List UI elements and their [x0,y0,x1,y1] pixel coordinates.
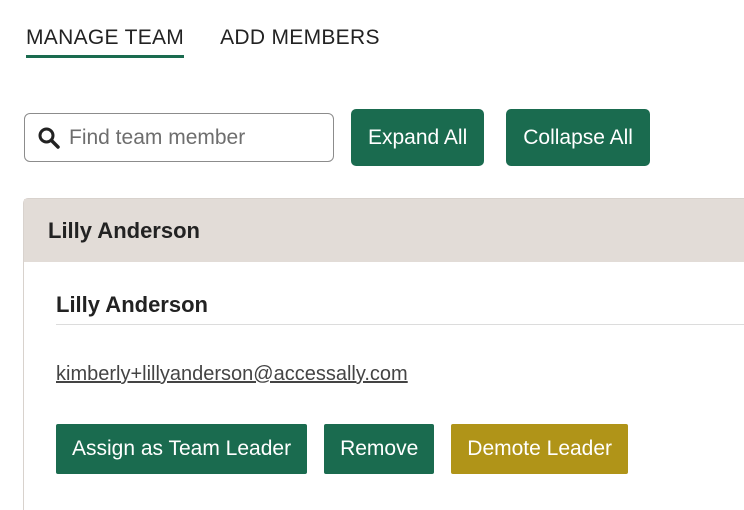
expand-all-button[interactable]: Expand All [351,109,485,166]
member-card: Lilly Anderson Lilly Anderson kimberly+l… [23,198,744,510]
assign-team-leader-button[interactable]: Assign as Team Leader [56,424,308,474]
tab-bar: MANAGE TEAM ADD MEMBERS [26,26,380,58]
demote-leader-button[interactable]: Demote Leader [451,424,629,474]
manage-team-page: MANAGE TEAM ADD MEMBERS Expand All Colla… [0,0,744,510]
member-name: Lilly Anderson [56,292,744,325]
collapse-all-button[interactable]: Collapse All [506,109,650,166]
member-card-header[interactable]: Lilly Anderson [24,199,744,262]
tab-add-members[interactable]: ADD MEMBERS [220,26,380,58]
toolbar: Expand All Collapse All [24,109,650,166]
search-input[interactable] [67,124,321,151]
member-actions: Assign as Team Leader Remove Demote Lead… [56,424,744,474]
remove-member-button[interactable]: Remove [324,424,435,474]
search-box[interactable] [24,113,334,162]
member-card-body: Lilly Anderson kimberly+lillyanderson@ac… [24,292,744,474]
member-email-link[interactable]: kimberly+lillyanderson@accessally.com [56,363,408,386]
tab-manage-team[interactable]: MANAGE TEAM [26,26,185,58]
search-icon [38,127,60,149]
